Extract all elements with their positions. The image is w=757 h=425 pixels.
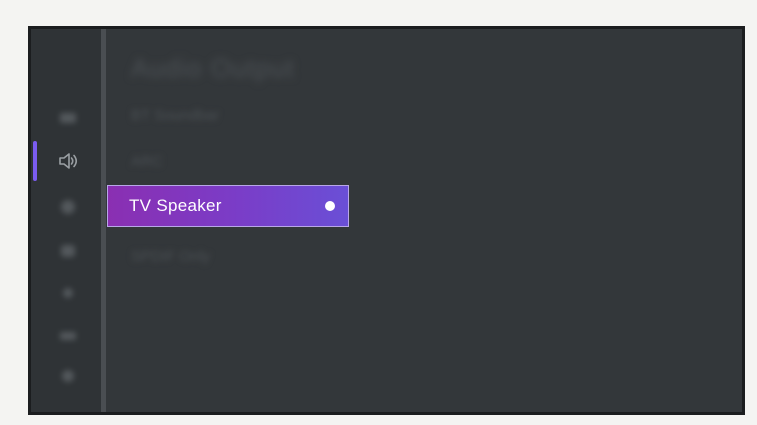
picture-icon[interactable]: [57, 107, 79, 129]
tv-bezel: Audio Output BT Soundbar ARC TV Speaker …: [28, 26, 745, 415]
display-icon[interactable]: [57, 240, 79, 262]
selected-radio-icon: [325, 201, 335, 211]
settings-icon[interactable]: [57, 365, 79, 387]
sidebar-divider: [101, 29, 106, 412]
speaker-icon[interactable]: [57, 150, 79, 172]
settings-screen: Audio Output BT Soundbar ARC TV Speaker …: [31, 29, 742, 412]
sidebar: [31, 29, 101, 412]
menu-item-spdif-only[interactable]: SPDIF Only: [131, 248, 210, 265]
page-title: Audio Output: [131, 53, 295, 83]
menu-item-bt-soundbar[interactable]: BT Soundbar: [131, 107, 219, 124]
menu-item-label: TV Speaker: [129, 196, 222, 215]
menu-item-arc[interactable]: ARC: [131, 153, 163, 170]
speaker-glyph: [59, 153, 78, 169]
menu-item-tv-speaker[interactable]: TV Speaker: [107, 185, 349, 227]
brightness-icon[interactable]: [57, 282, 79, 304]
network-icon[interactable]: [57, 196, 79, 218]
input-icon[interactable]: [57, 325, 79, 347]
active-indicator: [33, 141, 37, 181]
